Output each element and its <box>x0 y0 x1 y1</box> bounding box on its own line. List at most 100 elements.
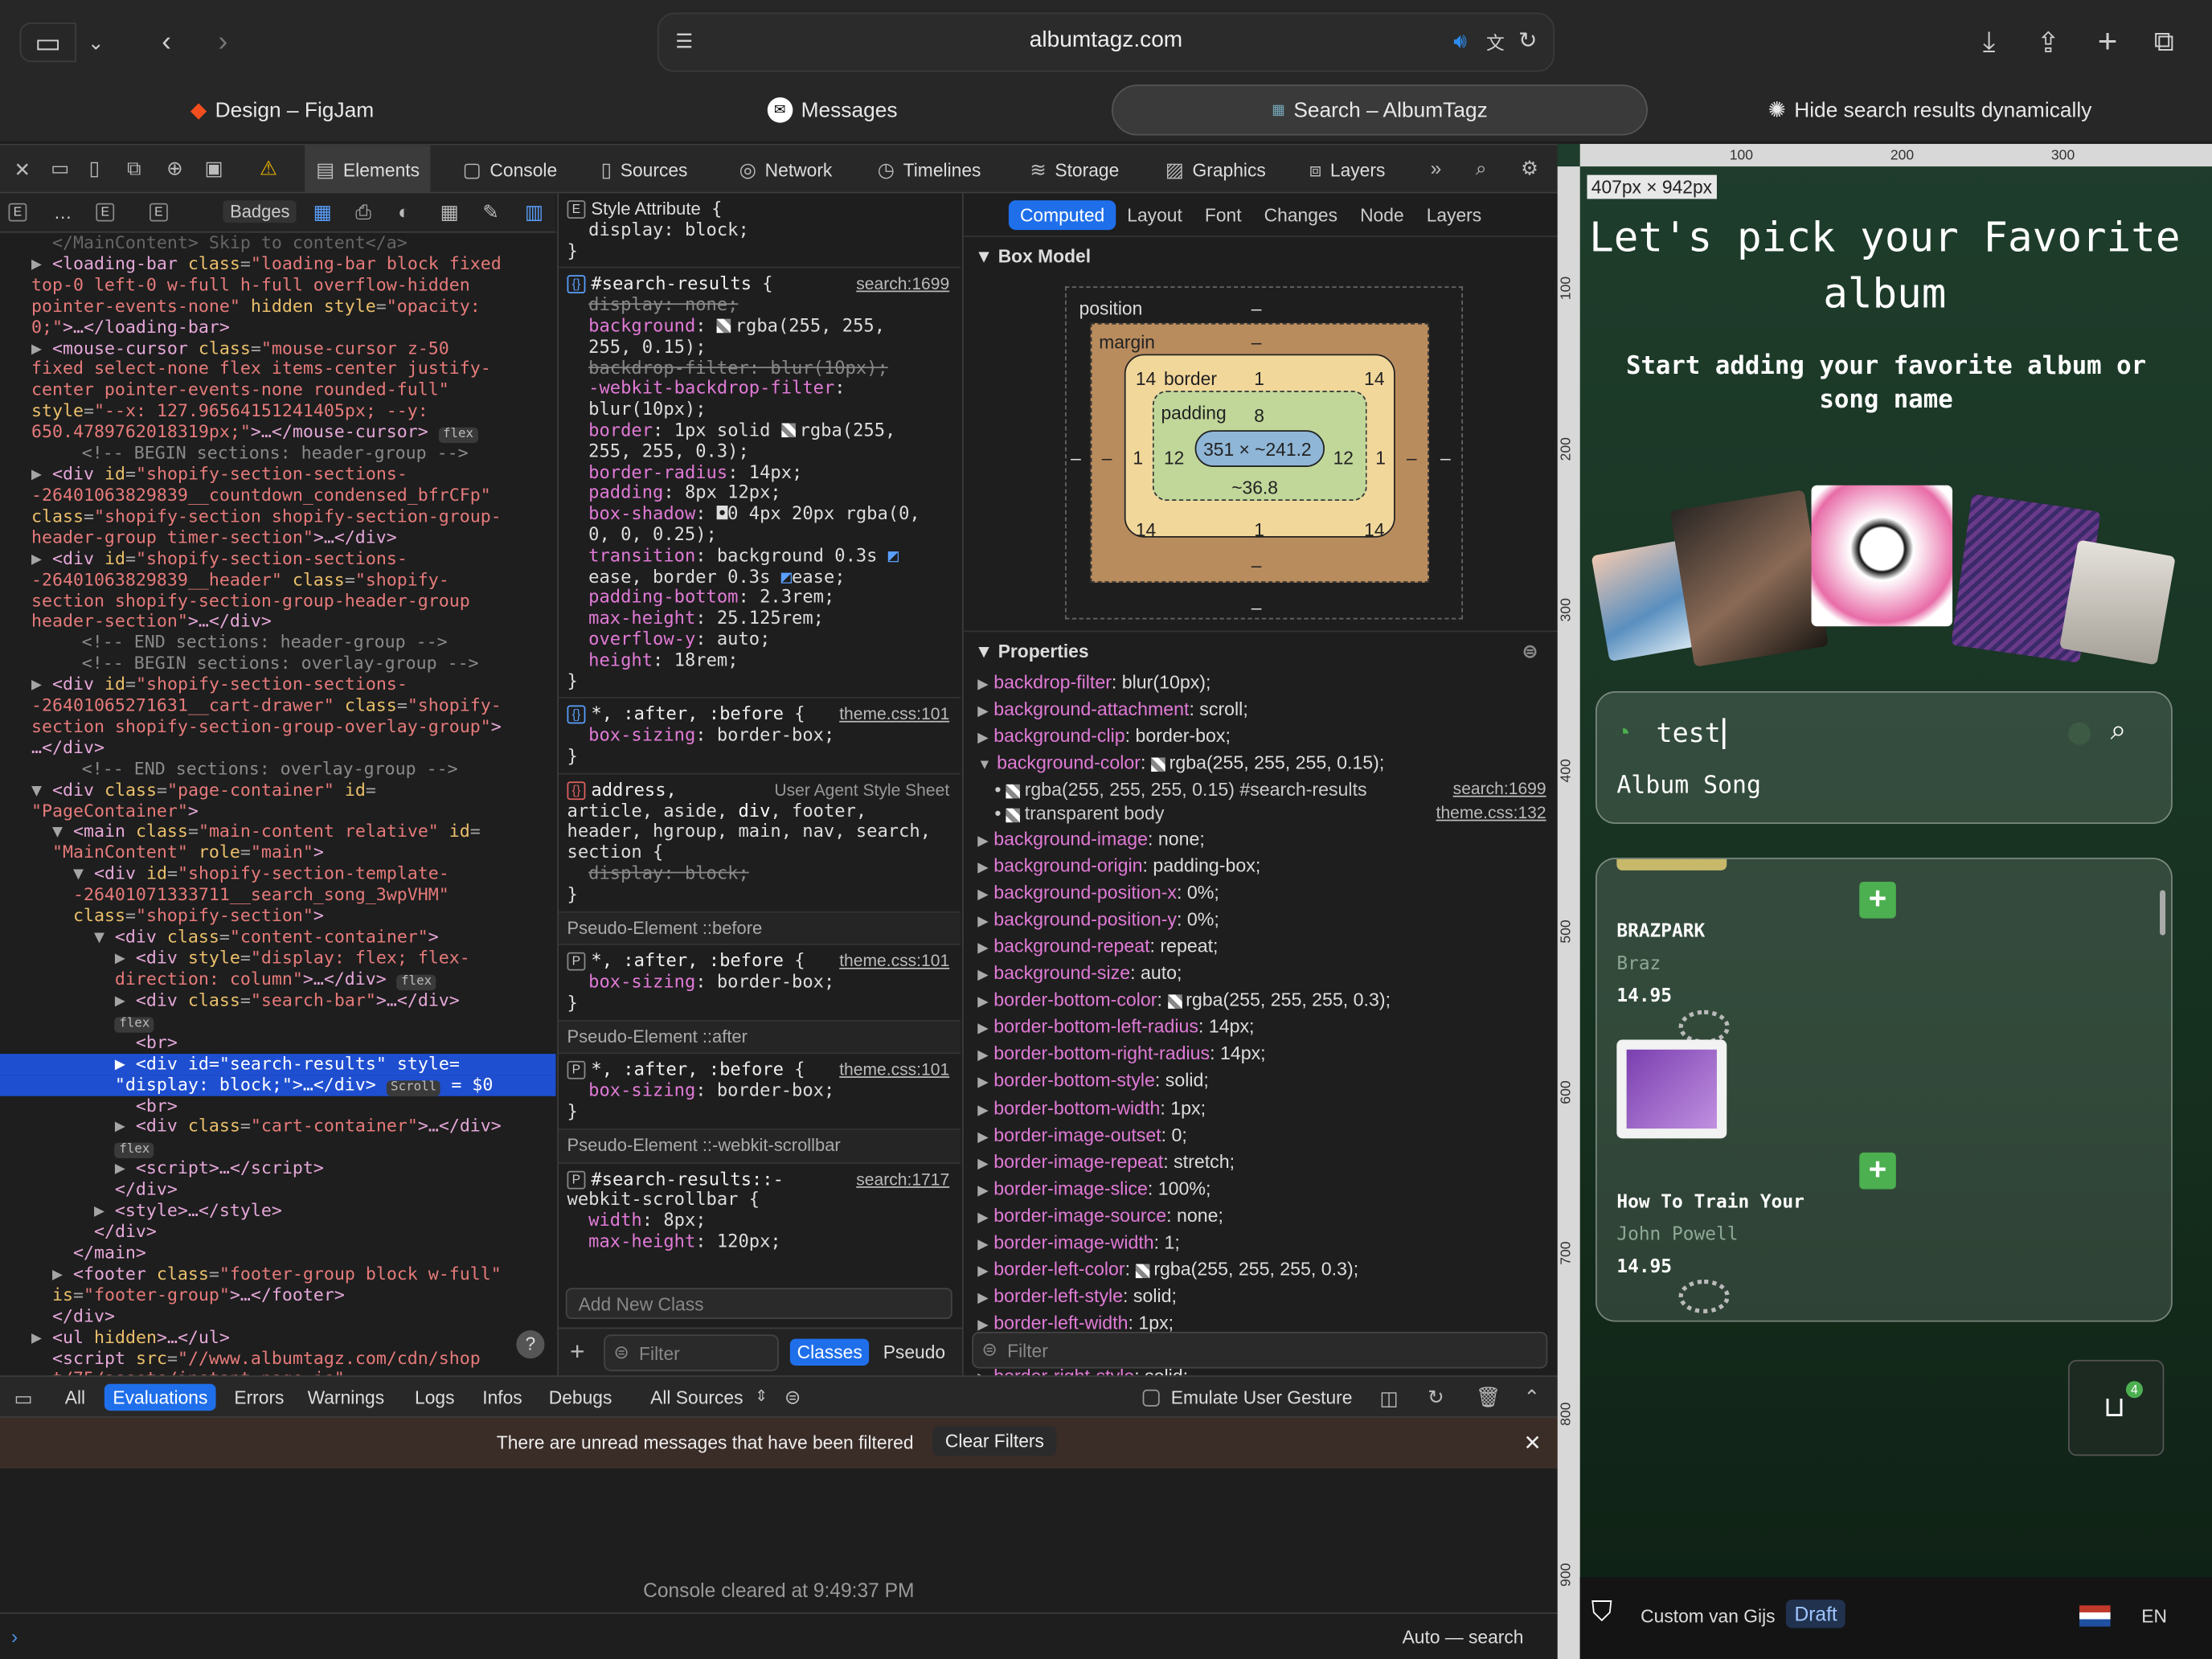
computed-property[interactable]: ▶ border-left-style: solid; <box>977 1284 1557 1311</box>
crumb-ellipsis[interactable]: … <box>54 202 72 223</box>
dom-line[interactable]: <br> <box>0 1032 556 1053</box>
universal-rule[interactable]: theme.css:101 {} *, :after, :before { box… <box>559 698 961 775</box>
tab-computed[interactable]: Computed <box>1008 199 1116 230</box>
rule-source-link[interactable]: search:1699 <box>856 274 949 295</box>
dom-line[interactable]: ▼ <div id="shopify-section-template- <box>0 864 556 885</box>
pseudo-before-rule[interactable]: theme.css:101 P *, :after, :before { box-… <box>559 945 961 1022</box>
grid-overlay-icon[interactable]: ▦ <box>313 200 332 224</box>
disclosure-icon[interactable]: ▶ <box>977 1210 989 1226</box>
tab-layout[interactable]: Layout <box>1116 199 1194 229</box>
add-to-cart-button[interactable]: + <box>1859 881 1896 919</box>
computed-property[interactable]: ▶ background-size: auto; <box>977 961 1557 988</box>
tab-font[interactable]: Font <box>1194 199 1253 229</box>
add-to-cart-button[interactable]: + <box>1859 1152 1896 1190</box>
computed-property[interactable]: ▶ border-image-width: 1; <box>977 1230 1557 1257</box>
add-class-input[interactable]: Add New Class <box>565 1288 952 1320</box>
dom-line[interactable]: ▶ <div class="search-bar">…</div> <box>0 990 556 1011</box>
address-bar[interactable]: ☰ albumtagz.com 🔊︎ 文 ↻ <box>657 12 1555 72</box>
tab-graphics[interactable]: ▨ Graphics <box>1154 145 1277 194</box>
disclosure-icon[interactable]: ▶ <box>977 914 989 929</box>
filter-warnings[interactable]: Warnings <box>299 1384 393 1411</box>
tab-figjam[interactable]: ◆ Design – FigJam <box>14 84 551 135</box>
computed-property[interactable]: ▶ background-attachment: scroll; <box>977 697 1557 724</box>
dom-line[interactable]: ▶ <ul hidden>…</ul> <box>0 1327 556 1348</box>
disclosure-icon[interactable]: ▶ <box>977 1049 989 1064</box>
tab-console[interactable]: ▢ Console <box>452 145 569 194</box>
language-label[interactable]: EN <box>2141 1605 2167 1626</box>
device-icon[interactable]: ▣ <box>204 157 223 181</box>
flex-badge[interactable]: flex <box>114 1143 154 1159</box>
disclosure-icon[interactable]: ▶ <box>977 1022 989 1037</box>
console-prompt[interactable]: › Auto — search <box>0 1612 1558 1659</box>
computed-property[interactable]: ▶ background-position-y: 0%; <box>977 907 1557 934</box>
microphone-icon[interactable]: ◔ <box>1616 718 1631 748</box>
settings-gear-icon[interactable]: ⚙ <box>1521 157 1538 181</box>
disclosure-icon[interactable]: ▶ <box>977 1264 989 1280</box>
computed-property[interactable]: ▶ background-clip: border-box; <box>977 724 1557 752</box>
disclosure-icon[interactable]: ▶ <box>977 731 989 746</box>
element-crumb-icon[interactable]: E <box>150 203 168 222</box>
disclosure-icon[interactable]: ▶ <box>977 704 989 719</box>
dom-line[interactable]: <br> <box>0 1096 556 1116</box>
element-crumb-icon[interactable]: E <box>96 203 115 222</box>
tab-timelines[interactable]: ◷ Timelines <box>866 145 993 194</box>
properties-header[interactable]: ▼ Properties ⊜ <box>963 630 1558 670</box>
computed-property[interactable]: ▶ background-position-x: 0%; <box>977 880 1557 907</box>
computed-property[interactable]: ▶ background-image: none; <box>977 826 1557 854</box>
print-icon[interactable]: ⎙ <box>355 200 371 224</box>
dom-line-selected[interactable]: "display: block;">…</div> Scroll = $0 <box>0 1074 556 1096</box>
reload-icon[interactable]: ↻ <box>1514 27 1542 55</box>
filter-infos[interactable]: Infos <box>474 1384 531 1411</box>
dom-line[interactable]: ▶ <mouse-cursor class="mouse-cursor z-50 <box>0 338 556 358</box>
computed-property[interactable]: ▶ border-image-slice: 100%; <box>977 1176 1557 1203</box>
tab-chatgpt[interactable]: ✺ Hide search results dynamically <box>1662 84 2198 135</box>
computed-property[interactable]: ▶ background-origin: padding-box; <box>977 853 1557 880</box>
dom-tree[interactable]: </MainContent> Skip to content</a> ▶ <lo… <box>0 233 556 1375</box>
add-rule-icon[interactable]: + <box>570 1337 584 1367</box>
pseudo-after-rule[interactable]: theme.css:101 P *, :after, :before { box-… <box>559 1055 961 1130</box>
disclosure-icon[interactable]: ▶ <box>977 1075 989 1091</box>
filter-evaluations[interactable]: Evaluations <box>104 1383 216 1411</box>
dom-line[interactable]: ▶ <style>…</style> <box>0 1201 556 1222</box>
all-sources-select[interactable]: All Sources <box>642 1384 752 1411</box>
search-type-toggle[interactable]: Album Song <box>1616 772 1761 800</box>
trash-icon[interactable]: 🗑︎ <box>1476 1386 1501 1410</box>
downloads-icon[interactable]: ⤓ <box>1969 23 2009 62</box>
warning-icon[interactable]: ⚠ <box>260 157 277 181</box>
disclosure-icon[interactable]: ▶ <box>977 1291 989 1306</box>
element-crumb-icon[interactable]: E <box>8 203 27 222</box>
filter-debugs[interactable]: Debugs <box>540 1384 621 1411</box>
detach-icon[interactable]: ⧉ <box>127 157 141 181</box>
rule-source-link[interactable]: theme.css:101 <box>839 1060 949 1081</box>
appearance-icon[interactable]: ◐ <box>398 200 410 223</box>
audio-icon[interactable]: 🔊︎ <box>1446 27 1474 55</box>
tab-elements[interactable]: ▤ Elements <box>305 145 432 194</box>
emulate-checkbox[interactable] <box>1142 1389 1160 1407</box>
style-attribute-value[interactable]: display: block; <box>588 219 749 240</box>
dom-line[interactable]: ▼ <div class="page-container" id= <box>0 780 556 801</box>
execution-context-select[interactable]: Auto — search <box>1403 1627 1524 1648</box>
disclosure-icon[interactable]: ▶ <box>977 995 989 1010</box>
cart-button[interactable]: ⊔ 4 <box>2067 1359 2165 1456</box>
disclosure-icon[interactable]: ▶ <box>977 1237 989 1252</box>
rule-source-link[interactable]: theme.css:132 <box>1436 802 1546 826</box>
dom-line[interactable]: ▼ <div class="content-container"> <box>0 927 556 948</box>
filter-all[interactable]: All <box>56 1384 93 1411</box>
dom-line[interactable]: ▶ <div id="shopify-section-sections- <box>0 465 556 485</box>
search-icon[interactable]: ⌕ <box>2111 715 2127 748</box>
clear-filters-button[interactable]: Clear Filters <box>932 1426 1057 1456</box>
disclosure-icon[interactable]: ▶ <box>977 968 989 983</box>
flex-badge[interactable]: flex <box>114 1016 154 1033</box>
tab-network[interactable]: ◎ Network <box>728 145 844 194</box>
tab-changes[interactable]: Changes <box>1253 199 1349 229</box>
disclosure-icon[interactable]: ▶ <box>977 887 989 903</box>
tab-layers[interactable]: ⧈ Layers <box>1298 145 1397 194</box>
computed-property[interactable]: ▶ border-bottom-right-radius: 14px; <box>977 1042 1557 1069</box>
tab-messages[interactable]: ✉ Messages <box>564 84 1100 135</box>
tab-overview-icon[interactable]: ⧉ <box>2144 23 2184 62</box>
badges-button[interactable]: Badges <box>223 200 297 223</box>
computed-property[interactable]: ▶ background-repeat: repeat; <box>977 934 1557 961</box>
filter-logs[interactable]: Logs <box>406 1384 463 1411</box>
dock-bottom-icon[interactable]: ▭ <box>51 157 69 181</box>
share-icon[interactable]: ⇪ <box>2029 23 2068 62</box>
